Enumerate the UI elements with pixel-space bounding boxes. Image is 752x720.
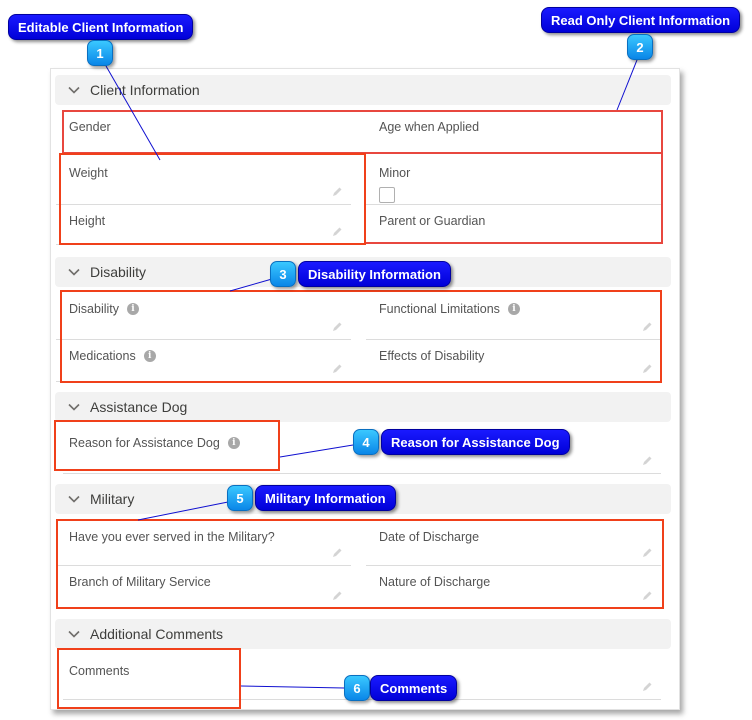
info-icon[interactable]: i xyxy=(127,303,140,315)
minor-checkbox xyxy=(379,187,395,203)
field-label: Have you ever served in the Military? xyxy=(69,530,275,544)
field-label: Comments xyxy=(69,664,130,678)
chevron-down-icon xyxy=(67,400,81,414)
field-effects-of-disability[interactable]: Effects of Disability xyxy=(366,340,661,382)
callout-editable-client-information: Editable Client Information xyxy=(8,14,194,40)
pencil-edit-icon[interactable] xyxy=(331,547,343,559)
badge-5: 5 xyxy=(227,485,253,511)
field-date-of-discharge[interactable]: Date of Discharge xyxy=(366,521,661,566)
pencil-edit-icon[interactable] xyxy=(641,547,653,559)
section-header-assistance-dog[interactable]: Assistance Dog xyxy=(55,392,671,422)
field-label: Effects of Disability xyxy=(379,349,485,363)
field-label-text: Functional Limitations xyxy=(379,302,500,316)
section-title: Assistance Dog xyxy=(90,399,188,415)
field-label: Nature of Discharge xyxy=(379,575,491,589)
pencil-edit-icon[interactable] xyxy=(641,321,653,333)
field-label: Height xyxy=(69,214,106,228)
section-title: Additional Comments xyxy=(90,626,224,642)
pencil-edit-icon[interactable] xyxy=(641,681,653,693)
section-header-client-information[interactable]: Client Information xyxy=(55,75,671,105)
field-nature-of-discharge[interactable]: Nature of Discharge xyxy=(366,566,661,608)
field-served-in-military[interactable]: Have you ever served in the Military? xyxy=(56,521,351,566)
chevron-down-icon xyxy=(67,83,81,97)
section-title: Client Information xyxy=(90,82,200,98)
badge-number: 3 xyxy=(279,266,287,282)
chevron-down-icon xyxy=(67,265,81,279)
badge-number: 2 xyxy=(636,39,644,55)
field-parent-or-guardian: Parent or Guardian xyxy=(366,205,661,245)
badge-4: 4 xyxy=(353,429,379,455)
field-label: Reason for Assistance Dog i xyxy=(69,436,240,450)
section-header-additional-comments[interactable]: Additional Comments xyxy=(55,619,671,649)
chevron-down-icon xyxy=(67,627,81,641)
callout-label: Editable Client Information xyxy=(18,19,184,35)
badge-number: 4 xyxy=(362,434,370,450)
field-minor: Minor xyxy=(366,157,661,205)
callout-label: Comments xyxy=(380,680,448,696)
pencil-edit-icon[interactable] xyxy=(331,363,343,375)
badge-number: 1 xyxy=(96,45,104,61)
field-disability[interactable]: Disability i xyxy=(56,293,351,340)
callout-reason-for-assistance-dog: Reason for Assistance Dog xyxy=(381,429,570,455)
pencil-edit-icon[interactable] xyxy=(331,226,343,238)
chevron-down-icon xyxy=(67,492,81,506)
pencil-edit-icon[interactable] xyxy=(331,590,343,602)
field-gender: Gender xyxy=(56,111,351,157)
field-label-text: Reason for Assistance Dog xyxy=(69,436,220,450)
field-label: Disability i xyxy=(69,302,140,316)
callout-label: Disability Information xyxy=(308,266,441,282)
info-icon[interactable]: i xyxy=(143,350,156,362)
field-height[interactable]: Height xyxy=(56,205,351,245)
pencil-edit-icon[interactable] xyxy=(641,590,653,602)
field-functional-limitations[interactable]: Functional Limitations i xyxy=(366,293,661,340)
field-label-text: Disability xyxy=(69,302,120,316)
field-label: Minor xyxy=(379,166,411,180)
field-label: Gender xyxy=(69,120,111,134)
callout-disability-information: Disability Information xyxy=(298,261,451,287)
field-weight[interactable]: Weight xyxy=(56,157,351,205)
callout-label: Reason for Assistance Dog xyxy=(391,434,560,450)
badge-number: 5 xyxy=(236,490,244,506)
pencil-edit-icon[interactable] xyxy=(331,321,343,333)
field-medications[interactable]: Medications i xyxy=(56,340,351,382)
field-label: Branch of Military Service xyxy=(69,575,211,589)
field-label-text: Medications xyxy=(69,349,136,363)
field-label: Age when Applied xyxy=(379,120,480,134)
pencil-edit-icon[interactable] xyxy=(331,186,343,198)
field-label: Date of Discharge xyxy=(379,530,480,544)
field-label: Weight xyxy=(69,166,108,180)
record-detail-card: Client Information Gender Age when Appli… xyxy=(50,68,680,710)
info-icon[interactable]: i xyxy=(507,303,520,315)
callout-military-information: Military Information xyxy=(255,485,396,511)
badge-number: 6 xyxy=(353,680,361,696)
pencil-edit-icon[interactable] xyxy=(641,363,653,375)
badge-1: 1 xyxy=(87,40,113,66)
badge-2: 2 xyxy=(627,34,653,60)
badge-3: 3 xyxy=(270,261,296,287)
badge-6: 6 xyxy=(344,675,370,701)
callout-read-only-client-information: Read Only Client Information xyxy=(541,7,741,33)
callout-comments: Comments xyxy=(370,675,458,701)
field-label: Medications i xyxy=(69,349,156,363)
field-branch-of-military-service[interactable]: Branch of Military Service xyxy=(56,566,351,608)
section-title: Military xyxy=(90,491,135,507)
info-icon[interactable]: i xyxy=(227,437,240,449)
field-label: Parent or Guardian xyxy=(379,214,486,228)
section-title: Disability xyxy=(90,264,147,280)
field-label: Functional Limitations i xyxy=(379,302,520,316)
callout-label: Military Information xyxy=(265,490,386,506)
pencil-edit-icon[interactable] xyxy=(641,455,653,467)
callout-label: Read Only Client Information xyxy=(551,12,731,28)
field-age-when-applied: Age when Applied xyxy=(366,111,661,157)
